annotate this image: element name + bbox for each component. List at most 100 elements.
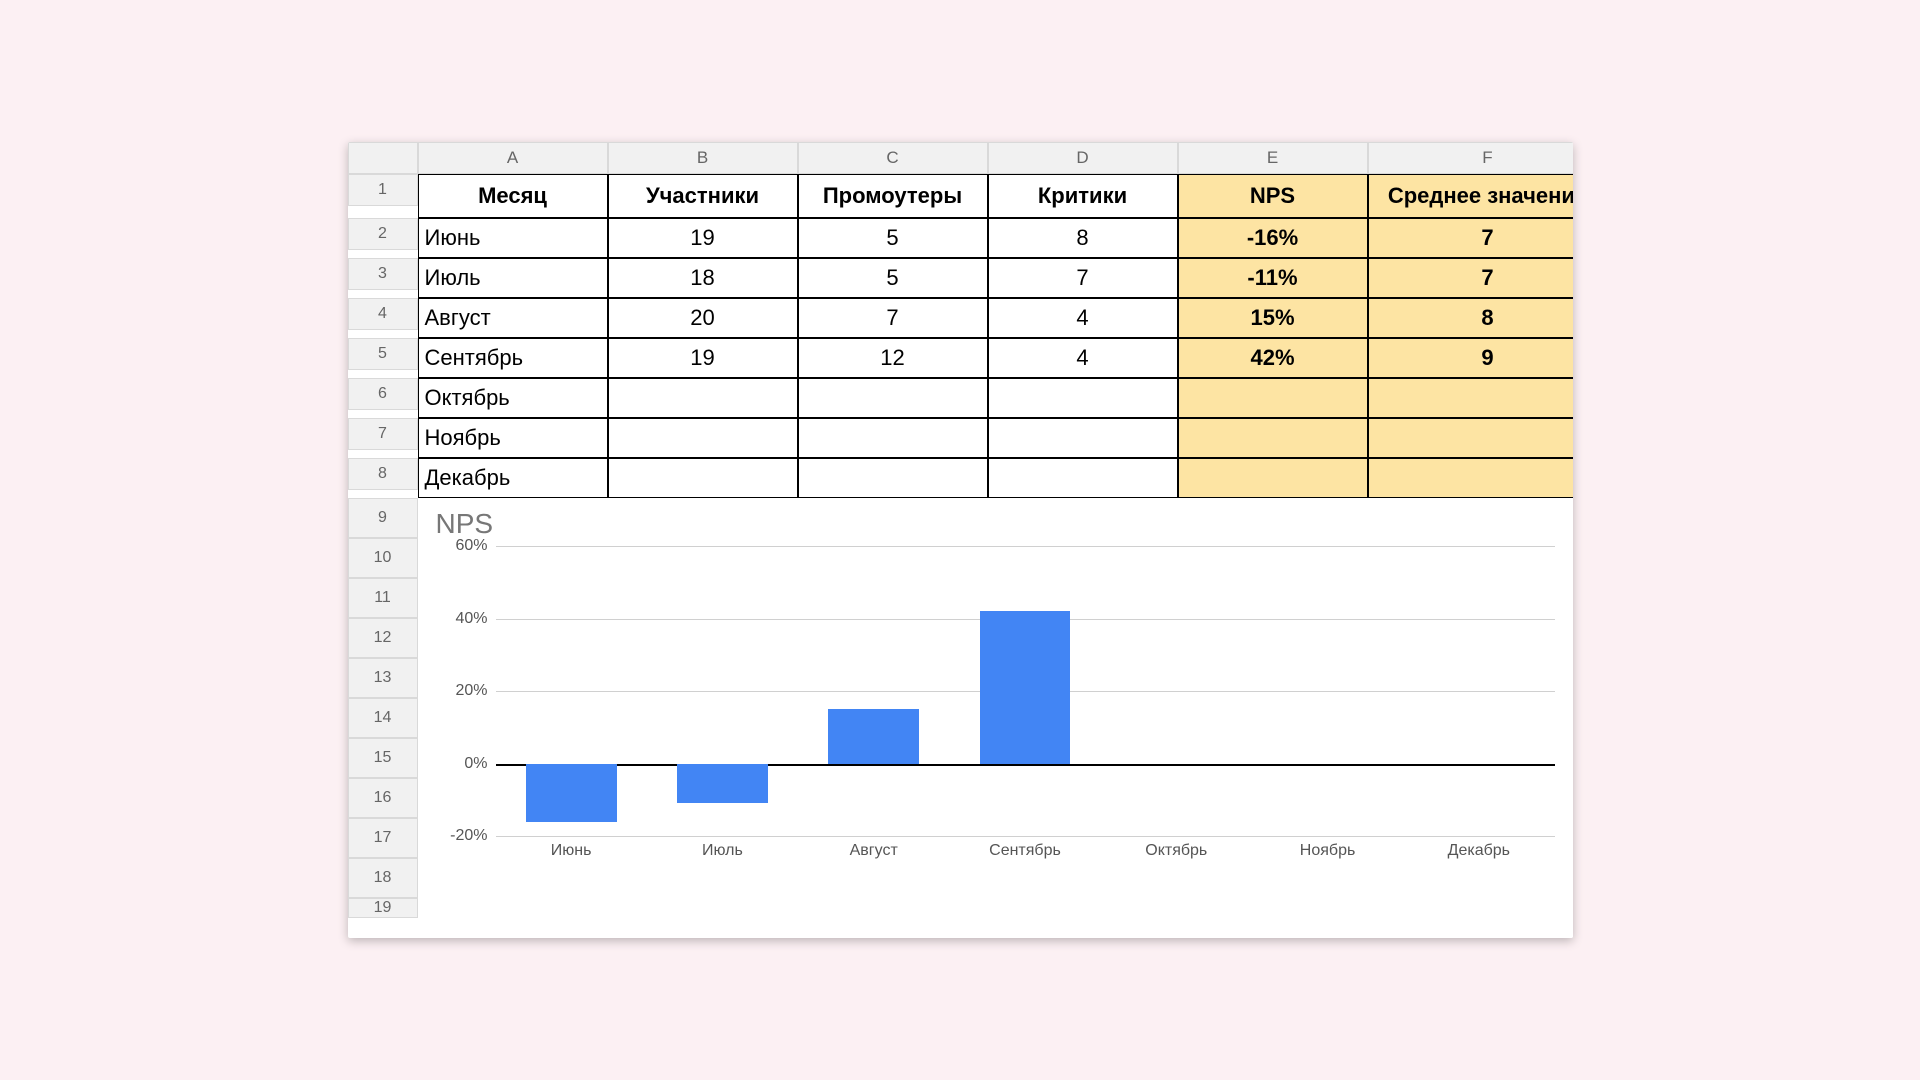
row-header-3[interactable]: 3 — [348, 258, 418, 290]
cell-B5[interactable]: 19 — [608, 338, 798, 378]
cell-D3[interactable]: 7 — [988, 258, 1178, 298]
cell-B3[interactable]: 18 — [608, 258, 798, 298]
cell-D1[interactable]: Критики — [988, 174, 1178, 218]
cell-F8[interactable] — [1368, 458, 1573, 498]
table-row: 7Ноябрь — [348, 418, 1573, 458]
chart-region: 9 NPS -20%0%20%40%60% ИюньИюльАвгустСент… — [348, 498, 1573, 938]
cell-C2[interactable]: 5 — [798, 218, 988, 258]
x-tick-label: Декабрь — [1403, 842, 1554, 860]
cell-D2[interactable]: 8 — [988, 218, 1178, 258]
bar[interactable] — [526, 764, 617, 822]
bar[interactable] — [677, 764, 768, 804]
cell-E1[interactable]: NPS — [1178, 174, 1368, 218]
cell-D6[interactable] — [988, 378, 1178, 418]
row-header-6[interactable]: 6 — [348, 378, 418, 410]
cell-D8[interactable] — [988, 458, 1178, 498]
cell-A8[interactable]: Декабрь — [418, 458, 608, 498]
cell-F5[interactable]: 9 — [1368, 338, 1573, 378]
cell-B2[interactable]: 19 — [608, 218, 798, 258]
cell-D7[interactable] — [988, 418, 1178, 458]
y-tick-label: 60% — [436, 537, 488, 555]
corner-cell[interactable] — [348, 142, 418, 174]
row-header-9[interactable]: 9 — [348, 498, 418, 538]
x-tick-label: Октябрь — [1101, 842, 1252, 860]
gridline — [496, 836, 1555, 837]
cell-C6[interactable] — [798, 378, 988, 418]
x-tick-label: Ноябрь — [1252, 842, 1403, 860]
cell-E2[interactable]: -16% — [1178, 218, 1368, 258]
row-header-19[interactable]: 19 — [348, 898, 418, 918]
cell-D5[interactable]: 4 — [988, 338, 1178, 378]
x-tick-label: Июнь — [496, 842, 647, 860]
row-header-11[interactable]: 11 — [348, 578, 418, 618]
cell-F3[interactable]: 7 — [1368, 258, 1573, 298]
bars-container — [496, 546, 1555, 836]
col-header-F[interactable]: F — [1368, 142, 1573, 174]
cell-E3[interactable]: -11% — [1178, 258, 1368, 298]
cell-E5[interactable]: 42% — [1178, 338, 1368, 378]
cell-E6[interactable] — [1178, 378, 1368, 418]
cell-F6[interactable] — [1368, 378, 1573, 418]
bar-slot — [1252, 546, 1403, 836]
cell-E8[interactable] — [1178, 458, 1368, 498]
row-header-4[interactable]: 4 — [348, 298, 418, 330]
bar-slot — [1403, 546, 1554, 836]
cell-A5[interactable]: Сентябрь — [418, 338, 608, 378]
col-header-D[interactable]: D — [988, 142, 1178, 174]
cell-E4[interactable]: 15% — [1178, 298, 1368, 338]
row-header-13[interactable]: 13 — [348, 658, 418, 698]
cell-B8[interactable] — [608, 458, 798, 498]
cell-C8[interactable] — [798, 458, 988, 498]
cell-A7[interactable]: Ноябрь — [418, 418, 608, 458]
cell-A1[interactable]: Месяц — [418, 174, 608, 218]
cell-A3[interactable]: Июль — [418, 258, 608, 298]
cell-C5[interactable]: 12 — [798, 338, 988, 378]
col-header-C[interactable]: C — [798, 142, 988, 174]
bar[interactable] — [980, 611, 1071, 763]
cell-C1[interactable]: Промоутеры — [798, 174, 988, 218]
x-tick-label: Июль — [647, 842, 798, 860]
cell-A2[interactable]: Июнь — [418, 218, 608, 258]
bar-slot — [949, 546, 1100, 836]
chart-x-axis: ИюньИюльАвгустСентябрьОктябрьНоябрьДекаб… — [496, 842, 1555, 860]
cell-C3[interactable]: 5 — [798, 258, 988, 298]
y-tick-label: -20% — [436, 827, 488, 845]
chart-plot-area: -20%0%20%40%60% — [496, 546, 1555, 836]
row-header-8[interactable]: 8 — [348, 458, 418, 490]
cell-F2[interactable]: 7 — [1368, 218, 1573, 258]
cell-A4[interactable]: Август — [418, 298, 608, 338]
row-header-10[interactable]: 10 — [348, 538, 418, 578]
row-header-17[interactable]: 17 — [348, 818, 418, 858]
row-header-12[interactable]: 12 — [348, 618, 418, 658]
row-header-2[interactable]: 2 — [348, 218, 418, 250]
col-header-B[interactable]: B — [608, 142, 798, 174]
table-row: 5Сентябрь1912442%9 — [348, 338, 1573, 378]
cell-A6[interactable]: Октябрь — [418, 378, 608, 418]
cell-D4[interactable]: 4 — [988, 298, 1178, 338]
cell-C7[interactable] — [798, 418, 988, 458]
cell-E7[interactable] — [1178, 418, 1368, 458]
row-header-7[interactable]: 7 — [348, 418, 418, 450]
cell-B1[interactable]: Участники — [608, 174, 798, 218]
spreadsheet-window: A B C D E F 1 Месяц Участники Промоутеры… — [348, 142, 1573, 938]
col-header-A[interactable]: A — [418, 142, 608, 174]
cell-B7[interactable] — [608, 418, 798, 458]
col-header-E[interactable]: E — [1178, 142, 1368, 174]
bar-slot — [798, 546, 949, 836]
nps-chart[interactable]: NPS -20%0%20%40%60% ИюньИюльАвгустСентяб… — [418, 498, 1573, 938]
row-header-18[interactable]: 18 — [348, 858, 418, 898]
cell-F1[interactable]: Среднее значение — [1368, 174, 1573, 218]
row-header-16[interactable]: 16 — [348, 778, 418, 818]
cell-C4[interactable]: 7 — [798, 298, 988, 338]
cell-B6[interactable] — [608, 378, 798, 418]
row-header-1[interactable]: 1 — [348, 174, 418, 206]
row-header-15[interactable]: 15 — [348, 738, 418, 778]
row-header-14[interactable]: 14 — [348, 698, 418, 738]
cell-F4[interactable]: 8 — [1368, 298, 1573, 338]
table-row: 6Октябрь — [348, 378, 1573, 418]
cell-F7[interactable] — [1368, 418, 1573, 458]
bar[interactable] — [828, 709, 919, 763]
cell-B4[interactable]: 20 — [608, 298, 798, 338]
bar-slot — [647, 546, 798, 836]
row-header-5[interactable]: 5 — [348, 338, 418, 370]
